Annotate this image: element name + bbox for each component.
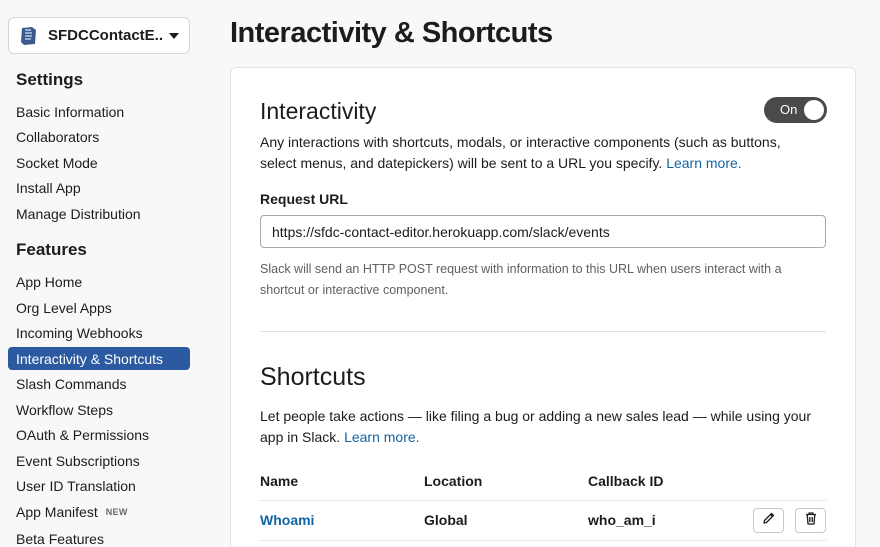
- page-title: Interactivity & Shortcuts: [230, 17, 553, 49]
- sidebar-item-beta-features[interactable]: Beta Features: [8, 527, 190, 547]
- sidebar-item-install-app[interactable]: Install App: [8, 176, 190, 199]
- sidebar-item-slash-commands[interactable]: Slash Commands: [8, 372, 190, 395]
- pencil-icon: [762, 511, 776, 530]
- sidebar-item-collaborators[interactable]: Collaborators: [8, 125, 190, 148]
- sidebar-item-user-id-translation[interactable]: User ID Translation: [8, 474, 190, 497]
- column-header-callback-id: Callback ID: [588, 473, 664, 489]
- toggle-label: On: [780, 102, 798, 117]
- sidebar-item-app-home[interactable]: App Home: [8, 270, 190, 293]
- sidebar-item-org-level-apps[interactable]: Org Level Apps: [8, 296, 190, 319]
- sidebar-item-interactivity-shortcuts[interactable]: Interactivity & Shortcuts: [8, 347, 190, 370]
- sidebar-item-manage-distribution[interactable]: Manage Distribution: [8, 202, 190, 225]
- learn-more-link[interactable]: Learn more.: [666, 155, 741, 171]
- shortcuts-learn-more-link[interactable]: Learn more.: [344, 429, 419, 445]
- app-switcher[interactable]: SFDCContactE...: [8, 17, 190, 54]
- sidebar: SFDCContactE... Settings Basic Informati…: [0, 0, 200, 547]
- toggle-knob: [804, 100, 824, 120]
- new-badge: NEW: [105, 506, 128, 517]
- delete-shortcut-button[interactable]: [795, 508, 826, 533]
- sidebar-item-socket-mode[interactable]: Socket Mode: [8, 151, 190, 174]
- shortcuts-title: Shortcuts: [260, 363, 366, 391]
- sidebar-item-oauth-permissions[interactable]: OAuth & Permissions: [8, 423, 190, 446]
- features-heading: Features: [16, 240, 87, 259]
- sidebar-item-basic-information[interactable]: Basic Information: [8, 100, 190, 123]
- chevron-down-icon: [169, 32, 179, 39]
- sidebar-item-app-manifest[interactable]: App Manifest NEW: [8, 500, 190, 523]
- section-divider: [260, 331, 826, 332]
- trash-icon: [804, 511, 818, 531]
- edit-shortcut-button[interactable]: [753, 508, 784, 533]
- settings-card: Interactivity On Any interactions with s…: [230, 67, 856, 547]
- interactivity-toggle[interactable]: On: [764, 97, 827, 123]
- sidebar-item-workflow-steps[interactable]: Workflow Steps: [8, 398, 190, 421]
- table-header-divider: [260, 500, 826, 501]
- request-url-input[interactable]: [260, 215, 826, 248]
- app-logo-icon: [19, 26, 39, 46]
- interactivity-description: Any interactions with shortcuts, modals,…: [260, 134, 781, 171]
- request-url-label: Request URL: [260, 191, 348, 207]
- table-row-divider: [260, 540, 826, 541]
- shortcut-location: Global: [424, 512, 468, 528]
- shortcut-name-link[interactable]: Whoami: [260, 512, 314, 528]
- shortcuts-description: Let people take actions — like filing a …: [260, 408, 811, 445]
- app-name: SFDCContactE...: [48, 27, 163, 44]
- settings-heading: Settings: [16, 70, 84, 89]
- shortcut-callback-id: who_am_i: [588, 512, 656, 528]
- column-header-location: Location: [424, 473, 483, 489]
- column-header-name: Name: [260, 473, 299, 489]
- request-url-help-text: Slack will send an HTTP POST request wit…: [260, 262, 782, 297]
- interactivity-title: Interactivity: [260, 98, 377, 124]
- sidebar-item-event-subscriptions[interactable]: Event Subscriptions: [8, 449, 190, 472]
- sidebar-item-incoming-webhooks[interactable]: Incoming Webhooks: [8, 321, 190, 344]
